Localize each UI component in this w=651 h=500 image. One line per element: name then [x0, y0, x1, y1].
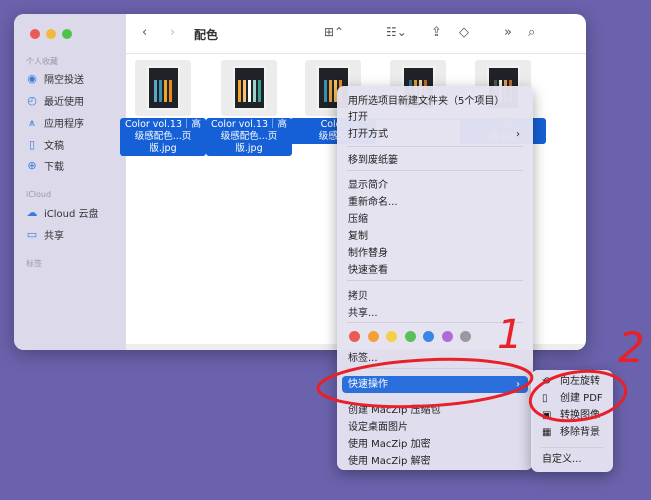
annotation-label-2: 2	[618, 323, 645, 372]
annotation-ellipse-1	[316, 357, 534, 409]
annotation-ellipse-2	[528, 369, 628, 423]
annotation-label-1: 1	[497, 312, 522, 358]
red-annotations: 1 2	[316, 312, 645, 423]
